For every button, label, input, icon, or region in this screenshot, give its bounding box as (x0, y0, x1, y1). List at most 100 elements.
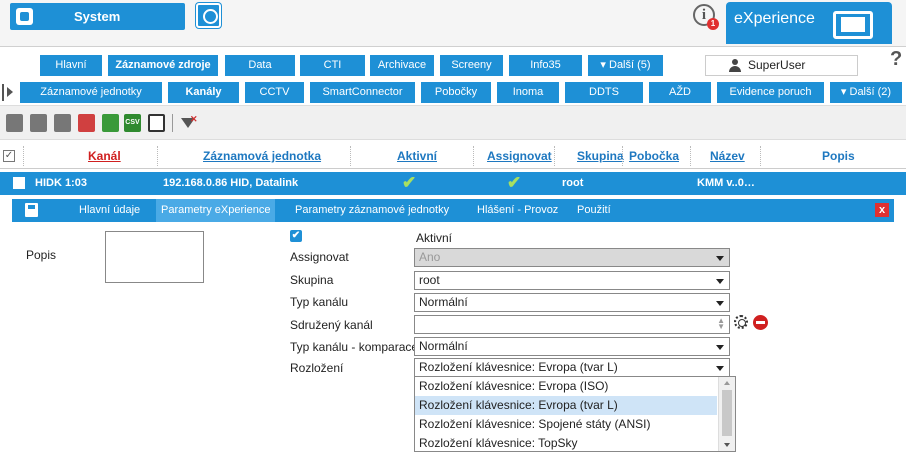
subnav-smartconnector[interactable]: SmartConnector (310, 82, 415, 103)
user-icon (729, 59, 741, 72)
aktivni-label: Aktivní (416, 231, 453, 245)
clear-filter-icon[interactable] (181, 114, 198, 128)
subnav-dalsi[interactable]: ▾ Další (2) (830, 82, 902, 103)
typ-kanalu-komparace-value: Normální (419, 339, 468, 353)
nav-hlavni[interactable]: Hlavní (40, 55, 102, 76)
notification-badge: 1 (707, 18, 719, 30)
subnav-pobocky[interactable]: Pobočky (421, 82, 491, 103)
cell-nazev: KMM v..0… (697, 177, 755, 189)
chevron-down-icon (716, 345, 724, 350)
popis-textarea[interactable] (105, 231, 204, 283)
assignovat-check-icon: ✔ (507, 173, 522, 192)
nav-cti[interactable]: CTI (300, 55, 365, 76)
nav-info35[interactable]: Info35 (509, 55, 582, 76)
subnav-cctv[interactable]: CCTV (245, 82, 304, 103)
chevron-down-icon (716, 279, 724, 284)
skupina-select[interactable]: root (414, 271, 730, 290)
subnav-azd[interactable]: AŽD (649, 82, 711, 103)
aktivni-checkbox[interactable]: ✔ (290, 230, 302, 242)
dropdown-option[interactable]: Rozložení klávesnice: Spojené státy (ANS… (415, 415, 717, 434)
rozlozeni-select[interactable]: Rozložení klávesnice: Evropa (tvar L) (414, 358, 730, 377)
remove-icon[interactable] (753, 315, 768, 330)
copy-icon[interactable] (30, 114, 47, 132)
subnav-ddts[interactable]: DDTS (565, 82, 643, 103)
col-nazev[interactable]: Název (710, 149, 745, 163)
table-row[interactable]: HIDK 1:03 192.168.0.86 HID, Datalink ✔ ✔… (0, 172, 906, 195)
nav-data[interactable]: Data (225, 55, 295, 76)
typ-kanalu-label: Typ kanálu (290, 295, 349, 309)
close-button[interactable]: x (875, 203, 889, 217)
spinner-icon[interactable]: ▲ ▼ (717, 317, 725, 331)
col-assignovat[interactable]: Assignovat (487, 149, 552, 163)
info-icon[interactable]: i1 (693, 4, 719, 30)
scroll-down-icon[interactable] (724, 443, 730, 447)
csv-export-icon[interactable]: CSV (124, 114, 141, 132)
tab-hlaseni-provoz[interactable]: Hlášení - Provoz (472, 199, 563, 222)
col-skupina[interactable]: Skupina (577, 149, 624, 163)
typ-kanalu-select[interactable]: Normální (414, 293, 730, 312)
system-button[interactable]: System (10, 3, 185, 30)
rozlozeni-label: Rozložení (290, 361, 344, 375)
assignovat-label: Assignovat (290, 250, 349, 264)
help-icon[interactable]: ? (890, 48, 902, 71)
add-icon[interactable] (6, 114, 23, 132)
select-all-checkbox[interactable]: ✓ (3, 150, 15, 162)
cell-kanal: HIDK 1:03 (35, 177, 87, 189)
typ-kanalu-komparace-select[interactable]: Normální (414, 337, 730, 356)
col-pobocka[interactable]: Pobočka (629, 149, 679, 163)
brand-logo: eXperience (726, 2, 892, 44)
settings-icon[interactable] (54, 114, 71, 132)
nav-dalsi[interactable]: ▾ Další (5) (588, 55, 663, 76)
tab-parametry-zaznamove-jednotky[interactable]: Parametry záznamové jednotky (290, 199, 454, 222)
dropdown-option[interactable]: Rozložení klávesnice: Evropa (ISO) (415, 377, 717, 396)
assignovat-value: Ano (419, 250, 441, 264)
exit-icon[interactable] (148, 114, 165, 132)
column-divider (473, 146, 474, 166)
gear-icon[interactable] (734, 315, 748, 329)
chevron-down-icon (716, 366, 724, 371)
aktivni-check-icon: ✔ (402, 173, 417, 192)
sdruzeny-kanal-input[interactable]: ▲ ▼ (414, 315, 730, 334)
subnav-evidence-poruch[interactable]: Evidence poruch (717, 82, 824, 103)
system-icon (16, 8, 33, 25)
user-name: SuperUser (748, 58, 806, 72)
skupina-label: Skupina (290, 273, 334, 287)
nav-screeny[interactable]: Screeny (440, 55, 503, 76)
subnav-kanaly[interactable]: Kanály (168, 82, 239, 103)
column-divider (760, 146, 761, 166)
scroll-up-icon[interactable] (724, 381, 730, 385)
subnav-zaznamove-jednotky[interactable]: Záznamové jednotky (20, 82, 162, 103)
export-icon[interactable] (102, 114, 119, 132)
dropdown-scrollbar[interactable] (718, 377, 735, 451)
col-aktivni[interactable]: Aktivní (397, 149, 437, 163)
col-kanal[interactable]: Kanál (88, 149, 121, 163)
dropdown-option[interactable]: Rozložení klávesnice: Evropa (tvar L) (415, 396, 717, 415)
user-menu[interactable]: SuperUser (705, 55, 858, 76)
tree-toggle-icon[interactable] (2, 84, 14, 101)
col-popis[interactable]: Popis (822, 149, 855, 163)
tab-hlavni-udaje[interactable]: Hlavní údaje (74, 199, 145, 222)
row-checkbox[interactable] (13, 177, 25, 189)
delete-icon[interactable] (78, 114, 95, 132)
save-icon[interactable] (25, 203, 38, 217)
tab-parametry-experience[interactable]: Parametry eXperience (156, 199, 276, 222)
scroll-thumb[interactable] (722, 390, 732, 436)
nav-archivace[interactable]: Archivace (370, 55, 434, 76)
rozlozeni-value: Rozložení klávesnice: Evropa (tvar L) (419, 360, 618, 374)
subnav-inoma[interactable]: Inoma (497, 82, 559, 103)
column-divider (554, 146, 555, 166)
skupina-value: root (419, 273, 440, 287)
camera-icon[interactable] (196, 3, 221, 28)
top-header: System i1 eXperience (0, 0, 906, 47)
dropdown-option[interactable]: Rozložení klávesnice: TopSky (415, 434, 717, 453)
nav-zaznamove-zdroje[interactable]: Záznamové zdroje (108, 55, 218, 76)
toolbar: CSV (0, 105, 906, 140)
tab-pouziti[interactable]: Použití (572, 199, 616, 222)
typ-kanalu-komparace-label: Typ kanálu - komparace (290, 340, 419, 354)
rozlozeni-dropdown-list: Rozložení klávesnice: Evropa (ISO) Rozlo… (414, 376, 736, 452)
chevron-down-icon (716, 256, 724, 261)
column-divider (350, 146, 351, 166)
column-divider (690, 146, 691, 166)
col-zaznamova-jednotka[interactable]: Záznamová jednotka (203, 149, 321, 163)
monitor-icon (833, 11, 873, 39)
